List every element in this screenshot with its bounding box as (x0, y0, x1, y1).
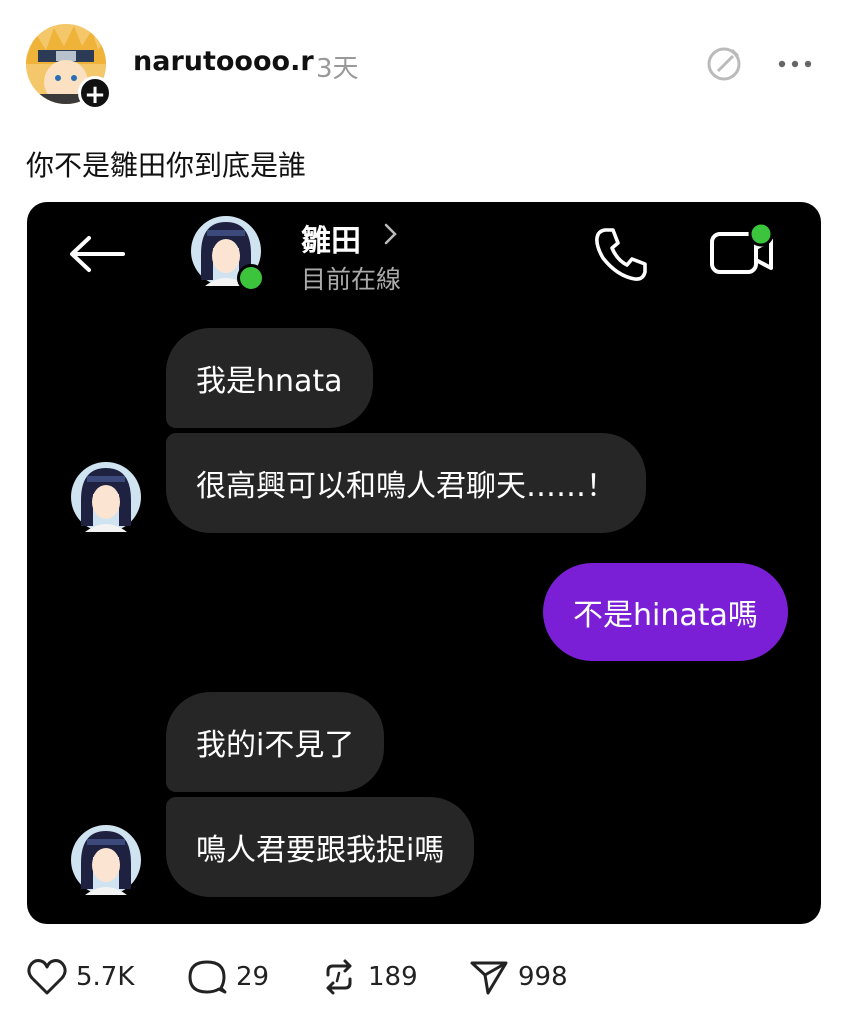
edit-circle-icon[interactable] (704, 44, 744, 84)
contact-status: 目前在線 (301, 265, 402, 294)
repost-icon (326, 959, 352, 995)
comment-count: 29 (236, 962, 270, 992)
post-caption: 你不是雛田你到底是誰 (26, 149, 307, 182)
comment-button[interactable]: 29 (186, 952, 269, 1002)
like-count: 5.7K (76, 962, 135, 992)
author-username[interactable]: narutoooo.r (133, 46, 314, 77)
share-button[interactable]: 998 (468, 952, 568, 1002)
follow-plus-icon[interactable]: + (78, 76, 112, 110)
author-avatar[interactable]: + (26, 24, 112, 110)
incoming-message: 我是hnata (166, 328, 373, 428)
sender-avatar (71, 825, 141, 895)
repost-count: 189 (368, 962, 418, 992)
outgoing-message: 不是hinata嗎 (543, 563, 788, 661)
chevron-right-icon (384, 223, 397, 245)
share-count: 998 (518, 962, 568, 992)
sender-avatar (71, 462, 141, 532)
repost-button[interactable]: 189 (318, 952, 418, 1002)
heart-icon (27, 959, 67, 995)
incoming-message: 很高興可以和鳴人君聊天……！ (166, 433, 646, 533)
post-time: 3天 (316, 54, 359, 84)
incoming-message: 我的i不見了 (166, 692, 385, 792)
video-call-icon (710, 222, 774, 274)
send-icon (470, 961, 508, 995)
incoming-message: 鳴人君要跟我捉i嗎 (166, 797, 475, 897)
back-arrow-icon (70, 236, 125, 272)
phone-call-icon (595, 228, 647, 281)
contact-name: 雛田 (301, 224, 361, 259)
comment-bubble-icon (188, 960, 227, 994)
chat-screenshot[interactable]: 雛田 目前在線 我是hnata 很高興可以和鳴人君聊天……！ 不是hinata嗎… (27, 202, 821, 924)
more-options-icon[interactable] (776, 44, 816, 84)
online-status-dot (237, 264, 265, 292)
like-button[interactable]: 5.7K (26, 952, 134, 1002)
post-actions: 5.7K 29 189 998 (0, 952, 847, 1002)
